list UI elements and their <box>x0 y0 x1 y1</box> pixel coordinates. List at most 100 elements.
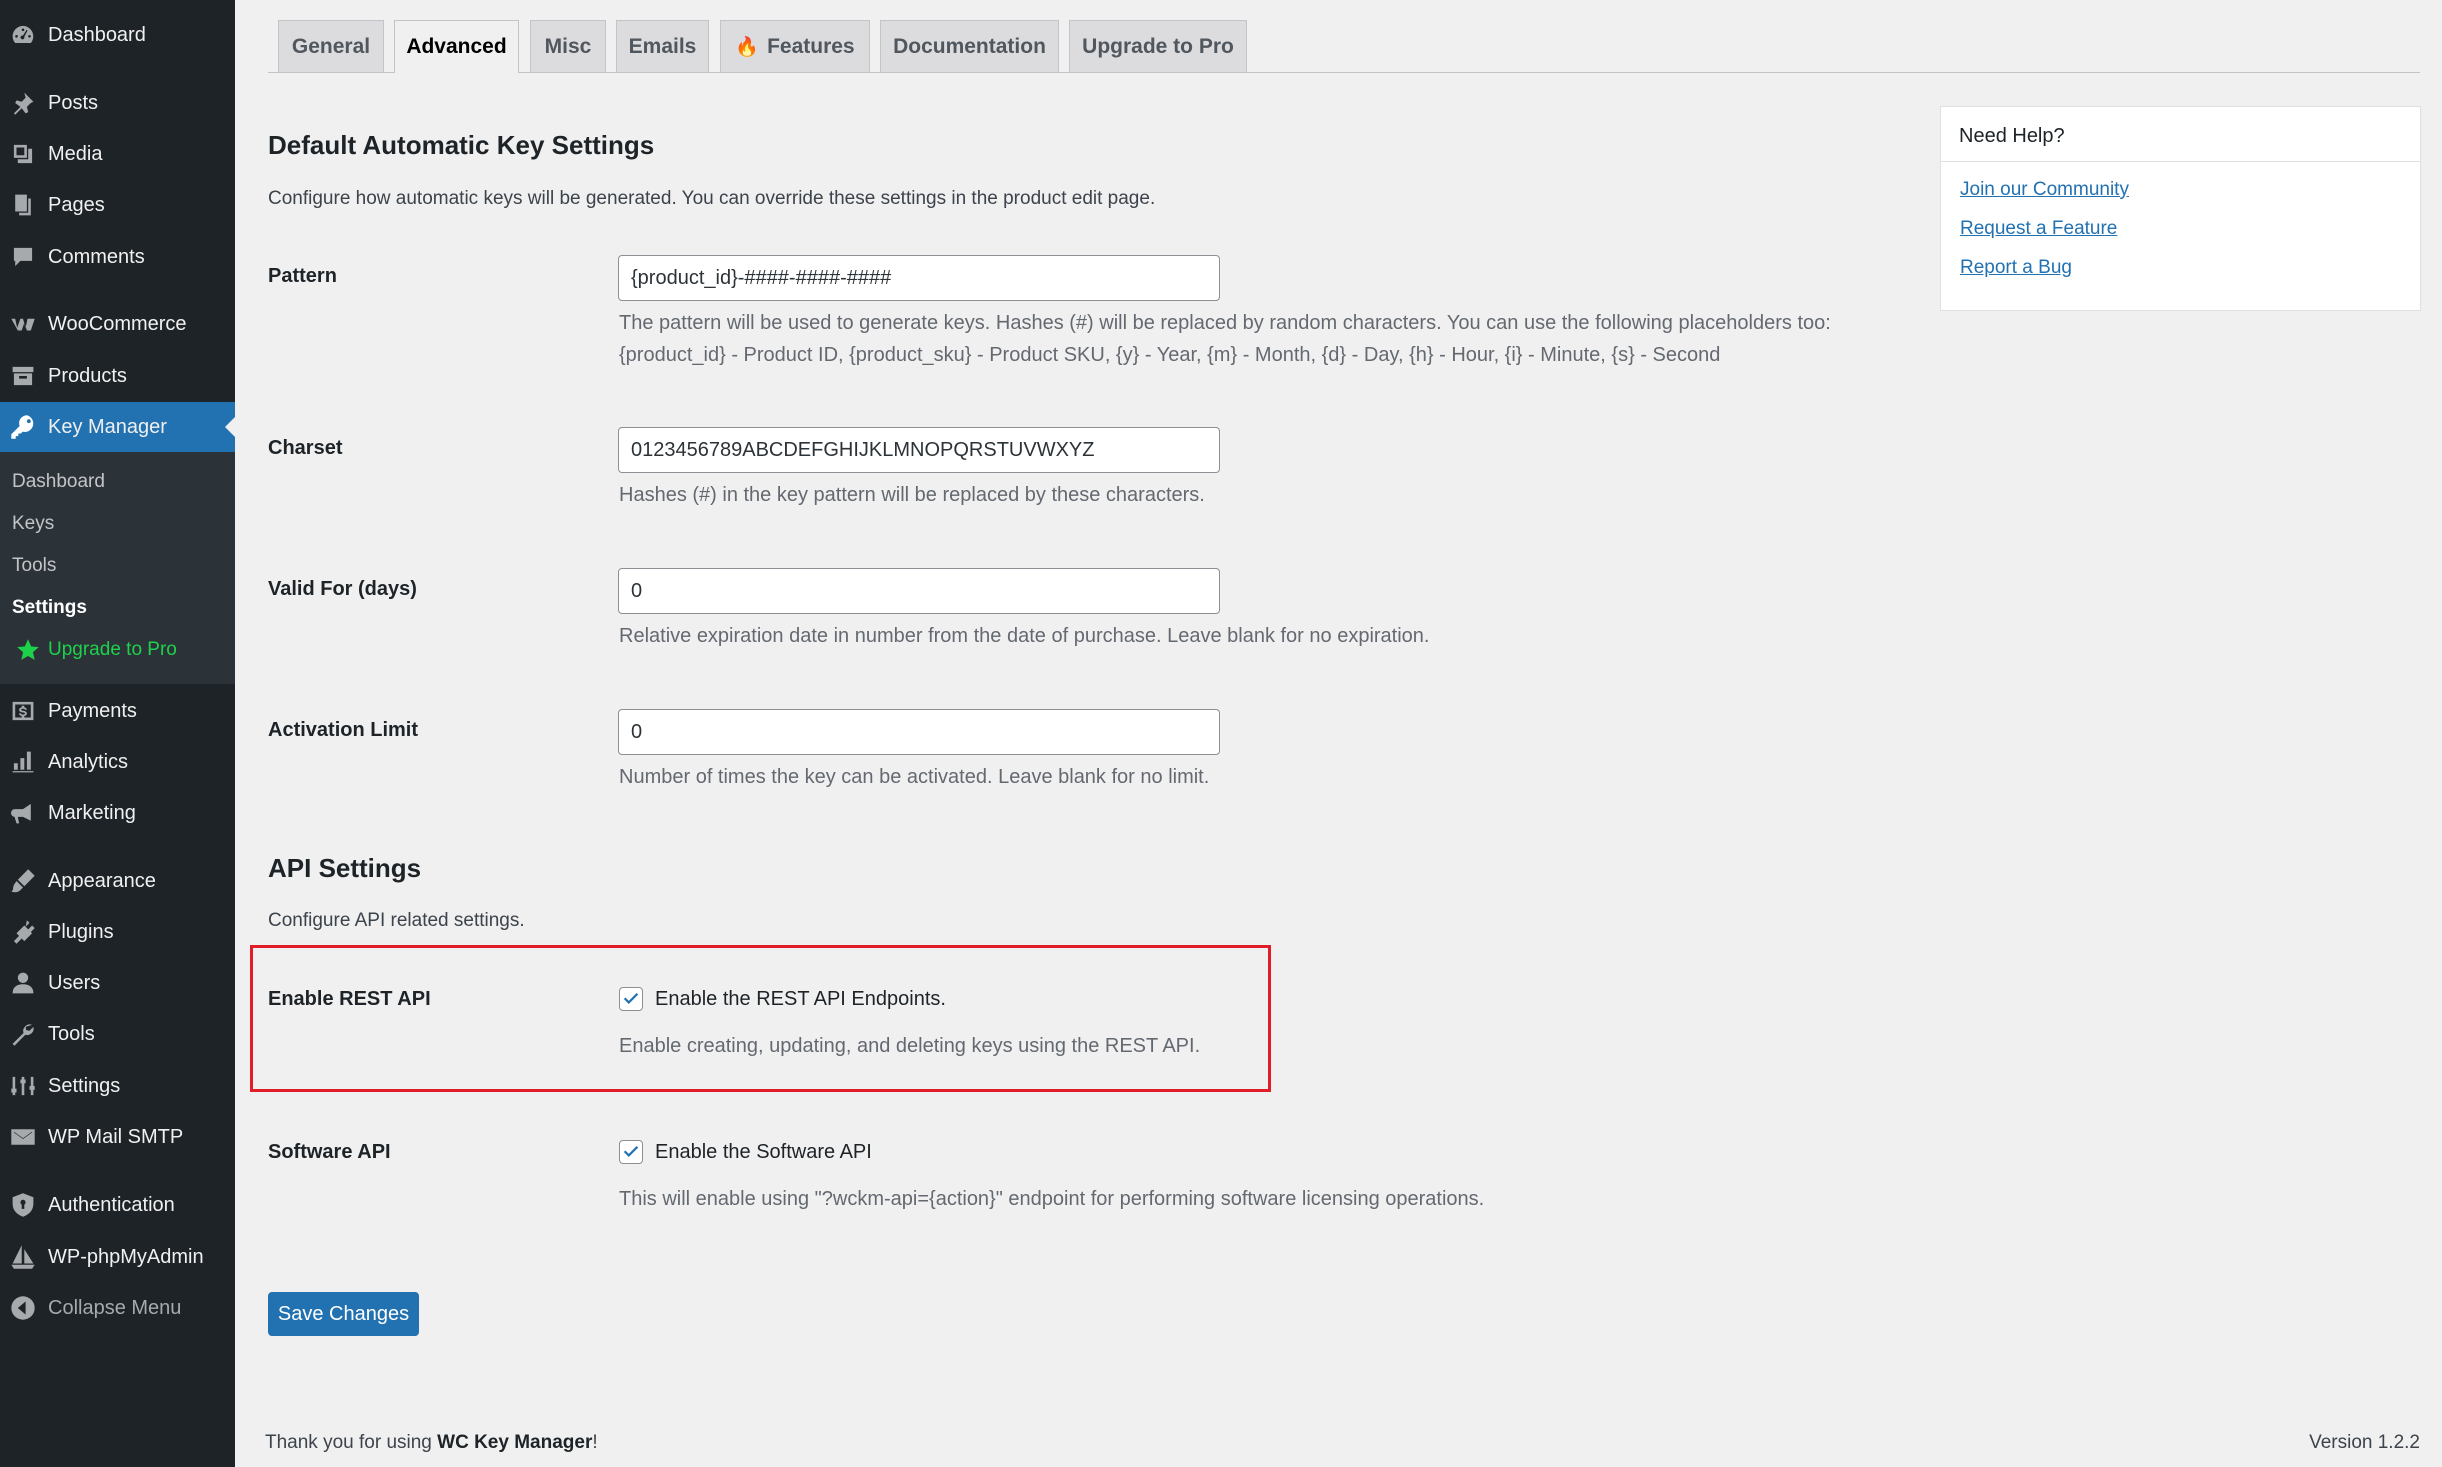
charset-help: Hashes (#) in the key pattern will be re… <box>619 484 1205 506</box>
footer-product-name[interactable]: WC Key Manager <box>437 1432 592 1453</box>
pattern-help-line1: The pattern will be used to generate key… <box>619 312 1831 334</box>
valid-for-label: Valid For (days) <box>268 578 417 600</box>
sidebar-item-label: Settings <box>48 1074 121 1097</box>
tab-label: Features <box>767 34 855 58</box>
footer-thanks-suffix: ! <box>592 1432 598 1453</box>
sidebar-item-comments[interactable]: Comments <box>0 232 235 282</box>
sidebar-item-marketing[interactable]: Marketing <box>0 788 235 838</box>
media-icon <box>8 139 38 169</box>
valid-for-input[interactable] <box>618 568 1220 614</box>
collapse-menu-button[interactable]: Collapse Menu <box>0 1283 235 1333</box>
submenu-upgrade-to-pro[interactable]: Upgrade to Pro <box>12 632 177 668</box>
rest-api-help: Enable creating, updating, and deleting … <box>619 1035 1201 1057</box>
sidebar-item-appearance[interactable]: Appearance <box>0 856 235 906</box>
pin-icon <box>8 88 38 118</box>
sidebar-item-plugins[interactable]: Plugins <box>0 907 235 957</box>
highlight-box <box>250 945 1271 1092</box>
rest-api-checkbox-row[interactable]: Enable the REST API Endpoints. <box>619 987 946 1011</box>
tab-general[interactable]: General <box>278 20 384 72</box>
api-settings-description: Configure API related settings. <box>268 910 525 931</box>
tab-documentation[interactable]: Documentation <box>880 20 1059 72</box>
key-manager-submenu: Dashboard Keys Tools Settings Upgrade to… <box>0 452 235 684</box>
tab-upgrade-to-pro[interactable]: Upgrade to Pro <box>1069 20 1247 72</box>
charset-label: Charset <box>268 437 343 459</box>
key-settings-description: Configure how automatic keys will be gen… <box>268 188 1156 209</box>
sidebar-item-wp-phpmyadmin[interactable]: WP-phpMyAdmin <box>0 1232 235 1282</box>
sidebar-item-label: Posts <box>48 91 99 114</box>
pages-icon <box>8 190 38 220</box>
sidebar-item-payments[interactable]: Payments <box>0 686 235 736</box>
sidebar-item-settings[interactable]: Settings <box>0 1061 235 1111</box>
sidebar-item-users[interactable]: Users <box>0 958 235 1008</box>
api-settings-heading: API Settings <box>268 853 422 883</box>
sidebar-item-label: Users <box>48 971 101 994</box>
submenu-keys[interactable]: Keys <box>12 506 54 542</box>
sidebar-item-label: Collapse Menu <box>48 1296 182 1319</box>
key-settings-heading: Default Automatic Key Settings <box>268 130 655 160</box>
mail-icon <box>8 1122 38 1152</box>
pattern-input[interactable] <box>618 255 1220 301</box>
bar-chart-icon <box>8 747 38 777</box>
dollar-icon <box>8 696 38 726</box>
star-icon <box>17 639 39 660</box>
join-community-link[interactable]: Join our Community <box>1960 179 2129 201</box>
brush-icon <box>8 866 38 896</box>
sidebar-item-label: Dashboard <box>48 23 146 46</box>
sidebar-item-label: Plugins <box>48 920 114 943</box>
megaphone-icon <box>8 798 38 828</box>
sidebar-item-authentication[interactable]: Authentication <box>0 1180 235 1230</box>
sidebar-item-posts[interactable]: Posts <box>0 78 235 128</box>
charset-input[interactable] <box>618 427 1220 473</box>
settings-icon <box>8 1071 38 1101</box>
sidebar-item-label: WP Mail SMTP <box>48 1125 184 1148</box>
checkmark-icon <box>623 993 639 1004</box>
user-icon <box>8 968 38 998</box>
wrench-icon <box>8 1019 38 1049</box>
software-api-label: Software API <box>268 1141 391 1163</box>
tab-advanced[interactable]: Advanced <box>394 20 519 73</box>
save-changes-button[interactable]: Save Changes <box>268 1292 419 1336</box>
sidebar-item-woocommerce[interactable]: WooCommerce <box>0 299 235 349</box>
shield-icon <box>8 1190 38 1220</box>
report-bug-link[interactable]: Report a Bug <box>1960 257 2072 279</box>
sidebar-item-label: Marketing <box>48 801 136 824</box>
tab-misc[interactable]: Misc <box>530 20 606 72</box>
archive-icon <box>8 361 38 391</box>
activation-limit-input[interactable] <box>618 709 1220 755</box>
sidebar-item-wp-mail-smtp[interactable]: WP Mail SMTP <box>0 1112 235 1162</box>
help-box: Need Help? Join our Community Request a … <box>1940 106 2421 311</box>
submenu-label: Upgrade to Pro <box>48 639 177 660</box>
footer-version: Version 1.2.2 <box>2309 1432 2420 1453</box>
rest-api-checkbox[interactable] <box>619 987 643 1011</box>
sidebar-item-pages[interactable]: Pages <box>0 180 235 230</box>
sidebar-item-key-manager[interactable]: Key Manager <box>0 402 235 452</box>
footer-thanks: Thank you for using WC Key Manager! <box>265 1432 598 1454</box>
sidebar-item-dashboard[interactable]: Dashboard <box>0 10 235 60</box>
software-api-checkbox-row[interactable]: Enable the Software API <box>619 1140 872 1164</box>
tab-features[interactable]: 🔥 Features <box>720 20 870 72</box>
sidebar-item-tools[interactable]: Tools <box>0 1009 235 1059</box>
submenu-dashboard[interactable]: Dashboard <box>12 464 105 500</box>
sidebar-item-products[interactable]: Products <box>0 351 235 401</box>
sidebar-item-label: Products <box>48 364 127 387</box>
key-icon <box>8 412 38 442</box>
tab-emails[interactable]: Emails <box>616 20 709 72</box>
request-feature-link[interactable]: Request a Feature <box>1960 218 2117 240</box>
pattern-help-line2: {product_id} - Product ID, {product_sku}… <box>619 344 1721 366</box>
sidebar-item-media[interactable]: Media <box>0 129 235 179</box>
help-box-title: Need Help? <box>1959 125 2065 147</box>
activation-limit-help: Number of times the key can be activated… <box>619 766 1210 788</box>
sidebar-item-label: Payments <box>48 699 137 722</box>
sidebar-item-label: Appearance <box>48 869 156 892</box>
software-api-checkbox[interactable] <box>619 1140 643 1164</box>
sidebar-item-analytics[interactable]: Analytics <box>0 737 235 787</box>
sailboat-icon <box>8 1242 38 1272</box>
submenu-settings[interactable]: Settings <box>12 590 87 626</box>
submenu-tools[interactable]: Tools <box>12 548 56 584</box>
rest-api-checkbox-label: Enable the REST API Endpoints. <box>655 987 946 1010</box>
sidebar-item-label: Authentication <box>48 1193 175 1216</box>
sidebar-item-label: WP-phpMyAdmin <box>48 1245 204 1268</box>
admin-sidebar: Dashboard Posts Media Pages Comments Woo… <box>0 0 235 1467</box>
sidebar-item-label: Comments <box>48 245 145 268</box>
footer-thanks-prefix: Thank you for using <box>265 1432 438 1453</box>
